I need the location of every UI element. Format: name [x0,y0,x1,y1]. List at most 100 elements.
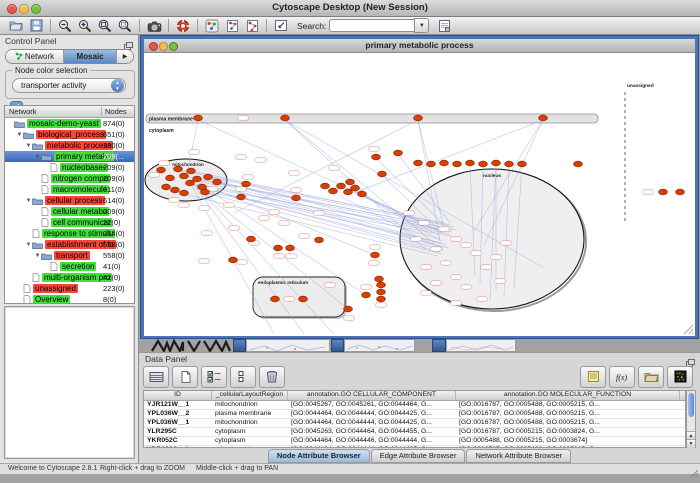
matrix-icon[interactable] [667,366,693,388]
table-cell[interactable]: [GO:0044464, GO:0044444, GO:0044425, G..… [288,410,456,418]
expander-icon[interactable]: ▼ [34,154,41,160]
tree-col-nodes[interactable]: Nodes [101,107,127,116]
graph-node[interactable] [180,173,189,179]
graph-node[interactable] [204,174,213,180]
minimized-window-bar[interactable] [233,339,246,352]
graph-edge[interactable] [184,194,438,256]
graph-node[interactable] [377,282,386,288]
nucleus-region[interactable] [400,169,584,309]
tree-row[interactable]: response to stimulu264(0) [5,228,134,239]
graph-node[interactable] [479,161,488,167]
graph-node[interactable] [377,289,386,295]
network-file-icon[interactable] [222,18,242,34]
tree-row[interactable]: nitrogen compo209(0) [5,173,134,184]
graph-node[interactable] [371,252,380,258]
graph-node[interactable] [427,161,436,167]
tree-row[interactable]: nucleobase-209(0) [5,162,134,173]
minimized-window-thumb[interactable] [446,339,516,352]
select-attributes-icon[interactable] [201,366,227,388]
graph-node[interactable] [286,245,295,251]
table-column-header[interactable]: annotation.GO CELLULAR_COMPONENT [288,391,456,400]
minimized-window-thumb[interactable] [344,339,415,352]
graph-node[interactable] [242,181,251,187]
zoom-fit-icon[interactable] [95,18,115,34]
graph-node[interactable] [193,176,202,182]
import-attributes-icon[interactable] [638,366,664,388]
tab-mosaic[interactable]: Mosaic [64,50,117,63]
float-panel-icon[interactable] [124,37,133,45]
snapshot-icon[interactable] [144,18,164,34]
graph-node[interactable] [337,183,346,189]
search-dropdown-icon[interactable]: ▼ [414,18,429,33]
network-table-icon[interactable] [242,18,262,34]
tree-row[interactable]: Overview8(0) [5,294,134,304]
tree-row[interactable]: ▼metabolic process280(0) [5,140,134,151]
minimized-window-bar[interactable] [331,339,344,352]
graph-node[interactable] [271,296,280,302]
network-window-titlebar[interactable]: primary metabolic process [144,39,695,53]
tab-node-attribute-browser[interactable]: Node Attribute Browser [268,449,370,463]
graph-node[interactable] [574,161,583,167]
minimized-network-scribble[interactable] [150,339,240,352]
table-cell[interactable]: [GO:0044464, GO:0044444, GO:0044425, G..… [288,446,456,448]
tree-row[interactable]: ▼transport558(0) [5,250,134,261]
table-row[interactable]: YPL036W__2plasma membrane[GO:0044464, GO… [144,410,685,419]
graph-node[interactable] [274,245,283,251]
table-cell[interactable]: YLR295C [144,428,212,436]
graph-node[interactable] [162,184,171,190]
graph-node[interactable] [180,190,189,196]
graph-node[interactable] [166,175,175,181]
graph-node[interactable] [414,115,423,121]
graph-node[interactable] [466,160,475,166]
open-icon[interactable] [6,18,26,34]
graph-node[interactable] [299,296,308,302]
table-cell[interactable]: [GO:0045267, GO:0045261, GO:0044464, G..… [288,401,456,409]
tab-network[interactable]: Network [6,50,64,63]
table-cell[interactable]: YKR052C [144,437,212,445]
tab-network-attribute-browser[interactable]: Network Attribute Browser [466,449,571,463]
minimized-window-thumb[interactable] [246,339,330,352]
minimized-window-bar[interactable] [432,339,446,352]
expander-icon[interactable]: ▼ [25,143,32,149]
graph-node[interactable] [171,187,180,193]
graph-node[interactable] [292,195,301,201]
tree-row[interactable]: cellular metabo209(0) [5,206,134,217]
table-row[interactable]: YPL036W__1mitochondrion[GO:0044464, GO:0… [144,419,685,428]
graph-node[interactable] [229,257,238,263]
table-row[interactable]: YKR052Ccytoplasm[GO:0044464, GO:0044446,… [144,437,685,446]
birdseye-overview-panel[interactable] [4,306,135,459]
table-cell[interactable]: plasma membrane [212,410,288,418]
view-resize-grip-icon[interactable] [684,325,693,334]
table-cell[interactable]: YJR121W__1 [144,401,212,409]
tree-row[interactable]: macromolecule311(0) [5,184,134,195]
graph-node[interactable] [201,189,210,195]
tree-row[interactable]: ▼establishment of lo558(0) [5,239,134,250]
table-cell[interactable]: [GO:0044464, GO:0044444, GO:0044425, G..… [288,419,456,427]
zoom-region-icon[interactable] [115,18,135,34]
graph-node[interactable] [346,179,355,185]
table-cell[interactable]: mitochondrion [212,401,288,409]
new-page-icon[interactable] [172,366,198,388]
table-cell[interactable]: mitochondrion [212,419,288,427]
graph-node[interactable] [187,168,196,174]
attribute-browser-icon[interactable] [434,18,454,34]
graph-node[interactable] [414,160,423,166]
tree-row[interactable]: ▼primary metabo209(... [5,151,134,162]
zoom-out-icon[interactable] [55,18,75,34]
graph-node[interactable] [362,292,371,298]
tree-row[interactable]: cell communicat22(0) [5,217,134,228]
table-cell[interactable]: [GO:0016787, GO:0005488, GO:0005215, G..… [456,401,680,409]
expander-icon[interactable]: ▼ [16,132,23,138]
float-panel-icon[interactable] [686,354,695,362]
resize-grip-icon[interactable] [690,465,699,474]
table-cell[interactable]: mitochondrion [212,446,288,448]
search-input[interactable] [329,19,414,32]
graph-node[interactable] [351,185,360,191]
graph-node[interactable] [194,115,203,121]
graph-node[interactable] [492,160,501,166]
graph-node[interactable] [174,166,183,172]
graph-node[interactable] [518,161,527,167]
graph-node[interactable] [676,189,685,195]
graph-node[interactable] [372,154,381,160]
graph-node[interactable] [247,236,256,242]
